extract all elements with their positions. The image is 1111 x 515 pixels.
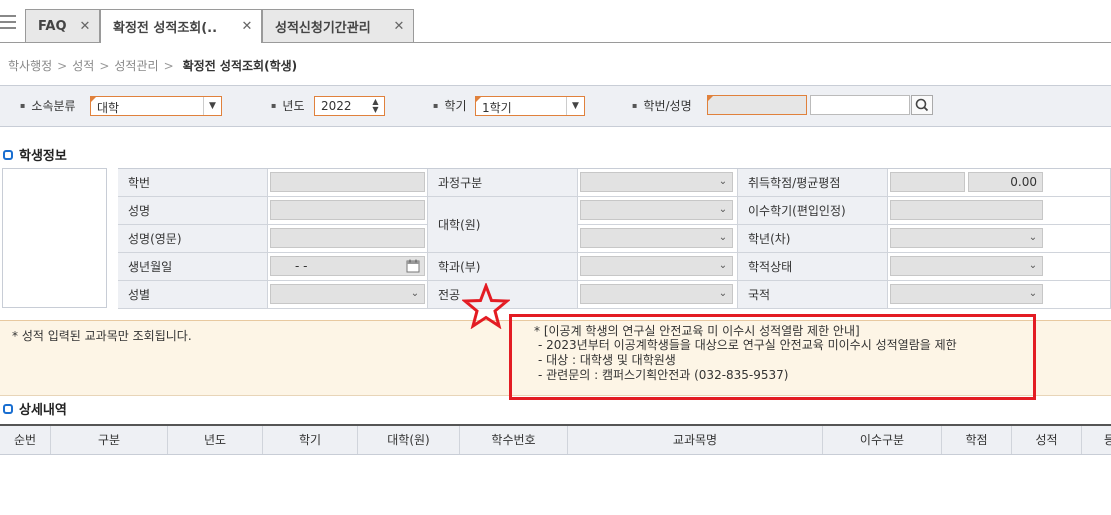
column-header[interactable]: 대학(원) [358,426,460,454]
department-label: 학과(부) [428,253,578,281]
student-info-grid: 학번 성명 성명(영문) 생년월일 성별 - - ⌄ 과정구분 대학(원) 학과… [118,168,1111,309]
chevron-down-icon: ⌄ [1028,232,1038,243]
chevron-down-icon: ⌄ [718,176,728,187]
chevron-down-icon: ⌄ [718,204,728,215]
chevron-down-icon: ⌄ [1028,260,1038,271]
calendar-icon[interactable] [406,259,420,273]
college-select: ⌄ [580,200,733,220]
search-button[interactable] [911,95,933,115]
student-id-input[interactable] [707,95,807,115]
notice-line: - 관련문의 : 캠퍼스기획안전과 (032-835-9537) [538,368,789,382]
close-icon[interactable]: ✕ [77,19,93,34]
grade-year-label: 학년(차) [738,225,888,253]
tab-label: 성적신청기간관리 [275,20,371,36]
tab-faq[interactable]: FAQ ✕ [25,9,100,42]
credits-field [890,172,965,192]
breadcrumb-item[interactable]: 성적 [72,59,94,73]
credits-gpa-label: 취득학점/평균평점 [738,169,888,197]
affiliation-select[interactable]: 대학 ▼ [90,96,222,116]
chevron-down-icon: ⌄ [718,260,728,271]
highlight-box: * [이공계 학생의 연구실 안전교육 미 이수시 성적열람 제한 안내] - … [509,314,1036,400]
section-detail: 상세내역 [3,399,67,418]
column-header[interactable]: 년도 [168,426,263,454]
student-name-input[interactable] [810,95,910,115]
student-id-label: 학번 [118,169,268,197]
student-id-field [270,172,425,192]
section-student-info: 학생정보 [3,145,67,164]
nationality-label: 국적 [738,281,888,309]
status-select: ⌄ [890,256,1043,276]
tab-label: FAQ [38,18,67,34]
tab-label: 확정전 성적조회(.. [113,21,218,36]
gender-label: 성별 [118,281,268,309]
column-header[interactable]: 구분 [51,426,168,454]
gpa-field: 0.00 [968,172,1043,192]
column-header[interactable]: 교과목명 [568,426,823,454]
department-select: ⌄ [580,256,733,276]
course-label: 과정구분 [428,169,578,197]
major-select: ⌄ [580,284,733,304]
search-panel: 소속분류 대학 ▼ 년도 2022 ▲▼ 학기 1학기 ▼ 학번/성명 [0,85,1111,127]
chevron-down-icon: ▼ [203,97,221,115]
column-header[interactable]: 이수구분 [823,426,942,454]
year-label: 년도 [271,97,304,114]
column-header[interactable]: 성적 [1012,426,1082,454]
semester-select[interactable]: 1학기 ▼ [475,96,585,116]
tab-grade-period[interactable]: 성적신청기간관리 ✕ [262,9,414,42]
college-label: 대학(원) [428,197,578,253]
column-header[interactable]: 학수번호 [460,426,568,454]
chevron-down-icon: ⌄ [1028,288,1038,299]
course-select: ⌄ [580,172,733,192]
affiliation-label: 소속분류 [20,97,75,114]
name-en-label: 성명(영문) [118,225,268,253]
nationality-select: ⌄ [890,284,1043,304]
breadcrumb: 학사행정 > 성적 > 성적관리 > 확정전 성적조회(학생) [8,59,298,73]
section-bullet-icon [3,403,13,414]
status-label: 학적상태 [738,253,888,281]
search-icon [915,98,929,112]
breadcrumb-current: 확정전 성적조회(학생) [182,59,298,73]
notice-panel: * 성적 입력된 교과목만 조회됩니다. * [이공계 학생의 연구실 안전교육… [0,314,1111,400]
star-annotation-icon [462,283,510,329]
semester-label: 학기 [433,97,466,114]
student-photo [2,168,107,308]
chevron-down-icon: ⌄ [718,288,728,299]
student-label: 학번/성명 [632,97,691,114]
name-en-field [270,228,425,248]
tab-grade-preview[interactable]: 확정전 성적조회(.. ✕ [100,9,262,43]
section-bullet-icon [3,149,13,160]
column-header[interactable]: 학점 [942,426,1012,454]
chevron-down-icon: ⌄ [410,288,420,299]
breadcrumb-item[interactable]: 학사행정 [8,59,52,73]
name-field [270,200,425,220]
name-label: 성명 [118,197,268,225]
close-icon[interactable]: ✕ [239,19,255,34]
chevron-down-icon: ▼ [566,97,584,115]
tab-bar: FAQ ✕ 확정전 성적조회(.. ✕ 성적신청기간관리 ✕ [0,0,1111,43]
semesters-label: 이수학기(편입인정) [738,197,888,225]
hamburger-menu-icon[interactable] [0,15,16,29]
breadcrumb-item[interactable]: 성적관리 [114,59,158,73]
close-icon[interactable]: ✕ [391,19,407,34]
column-header[interactable]: 등 [1082,426,1111,454]
column-header[interactable]: 학기 [263,426,358,454]
column-header[interactable]: 순번 [0,426,51,454]
college-sub-select: ⌄ [580,228,733,248]
gender-select: ⌄ [270,284,425,304]
year-spinner[interactable]: 2022 ▲ ▼ [314,96,385,116]
grade-year-select: ⌄ [890,228,1043,248]
chevron-down-icon: ⌄ [718,232,728,243]
spinner-icon[interactable]: ▲ ▼ [367,97,384,116]
birth-label: 생년월일 [118,253,268,281]
notice-text: * 성적 입력된 교과목만 조회됩니다. [12,329,192,343]
birth-date-field: - - [270,256,425,276]
semesters-field [890,200,1043,220]
detail-table-header: 순번 구분 년도 학기 대학(원) 학수번호 교과목명 이수구분 학점 성적 등 [0,424,1111,455]
